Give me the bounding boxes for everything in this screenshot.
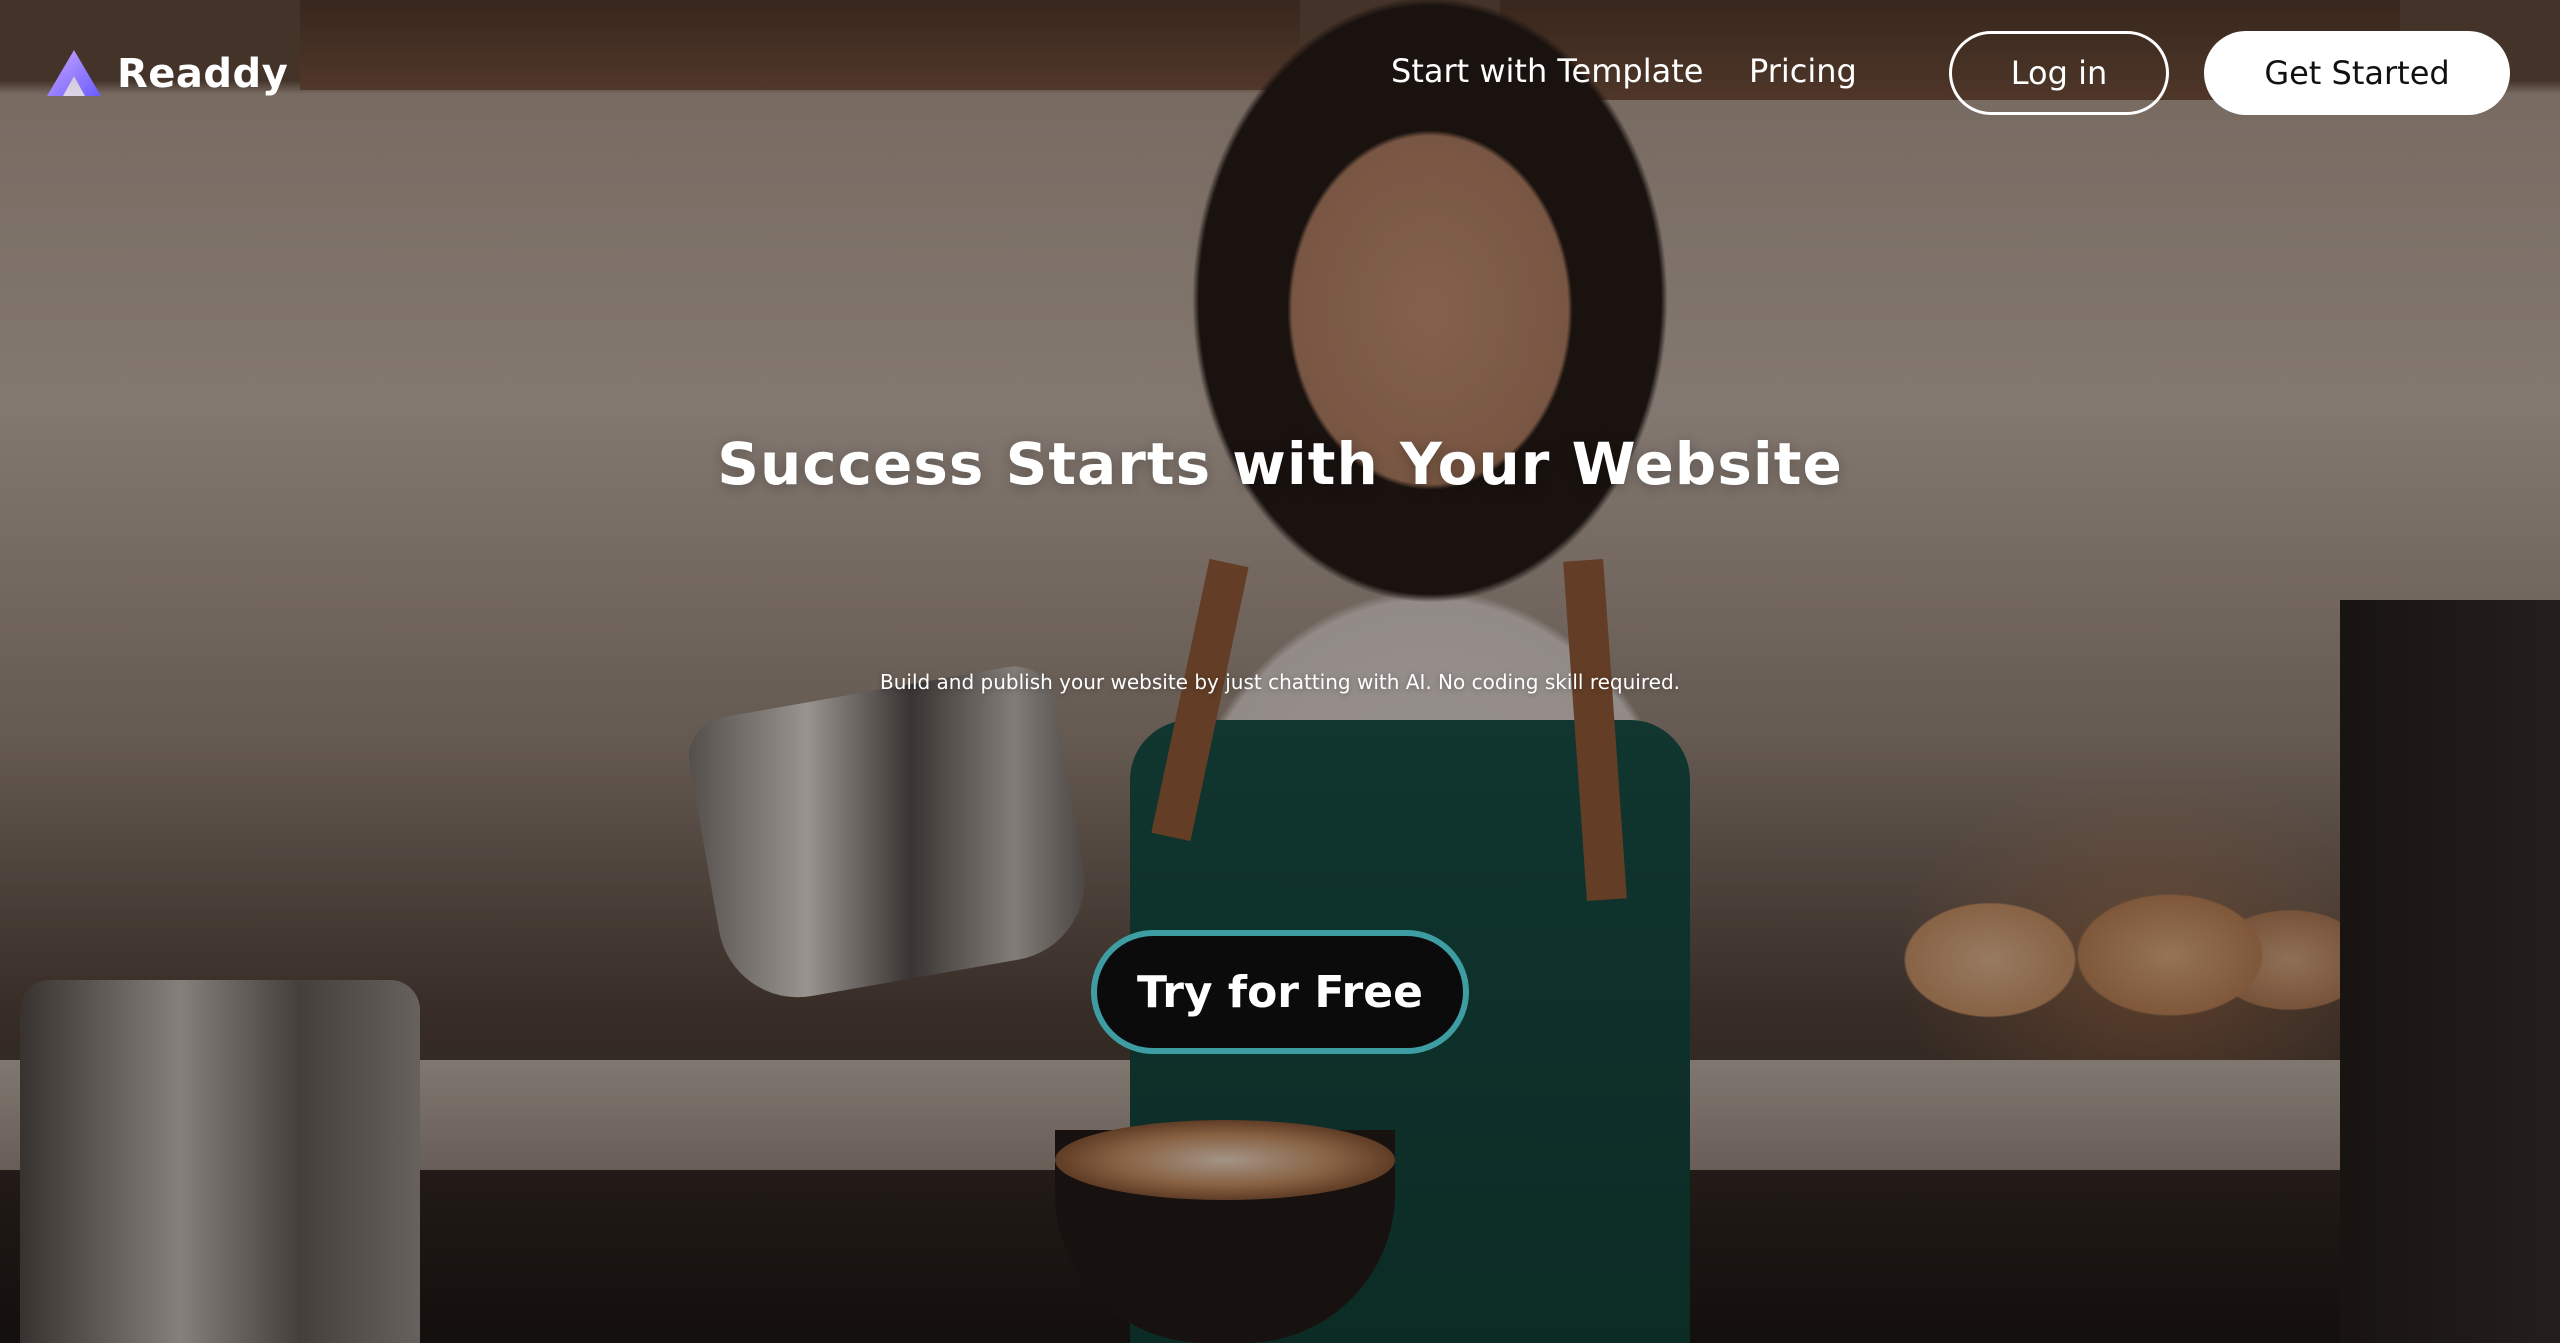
- hero-section: Readdy Start with Template Pricing Log i…: [0, 0, 2560, 1343]
- top-navigation: Readdy Start with Template Pricing Log i…: [0, 0, 2560, 150]
- get-started-button[interactable]: Get Started: [2204, 31, 2510, 115]
- hero-subheadline: Build and publish your website by just c…: [879, 670, 1681, 694]
- brand-name: Readdy: [117, 51, 289, 97]
- nav-link-start-with-template[interactable]: Start with Template: [1391, 52, 1703, 90]
- try-for-free-button[interactable]: Try for Free: [1091, 930, 1469, 1054]
- hero-headline: Success Starts with Your Website: [717, 430, 1843, 498]
- nav-link-pricing[interactable]: Pricing: [1749, 52, 1857, 90]
- readdy-logo-icon: [47, 50, 101, 96]
- brand-logo[interactable]: Readdy: [45, 44, 288, 104]
- login-button[interactable]: Log in: [1949, 31, 2169, 115]
